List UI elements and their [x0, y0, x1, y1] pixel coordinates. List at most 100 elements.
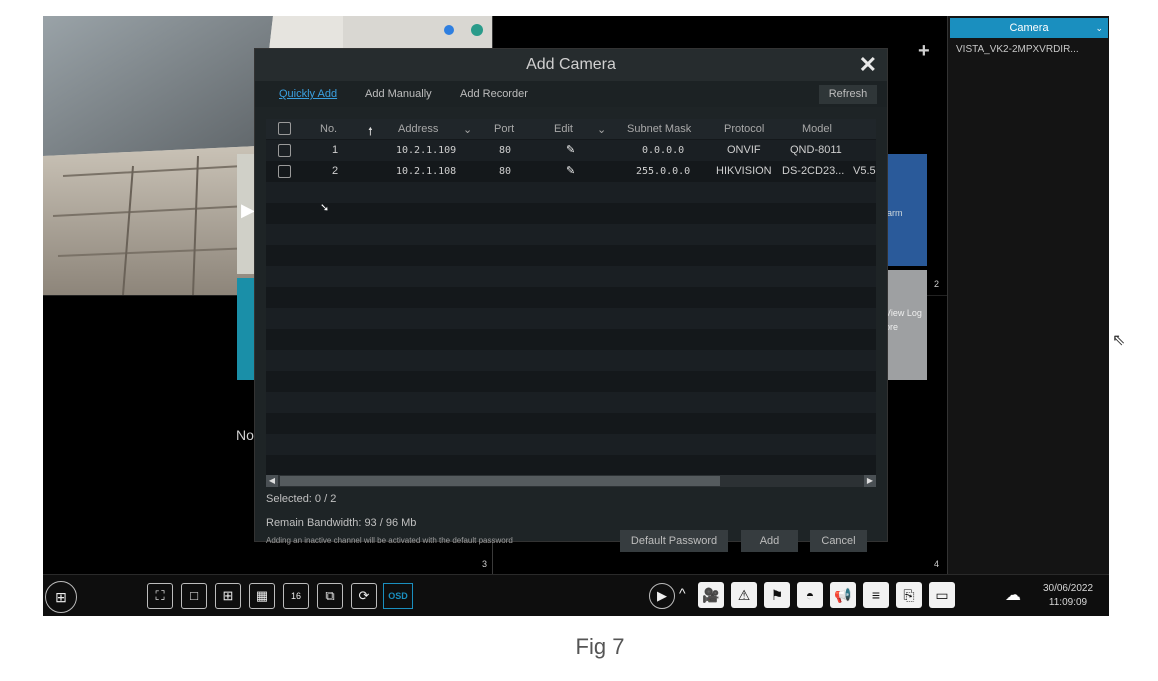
column-no[interactable]: No.: [320, 123, 337, 135]
row-port: 80: [499, 145, 512, 156]
column-protocol[interactable]: Protocol: [724, 123, 764, 135]
manual-alarm-icon[interactable]: ⚑: [764, 582, 790, 608]
add-camera-dialog: Add Camera ✕ Quickly Add Add Manually Ad…: [254, 48, 888, 552]
mouse-cursor-icon: ➘: [320, 202, 330, 214]
add-button[interactable]: Add: [741, 530, 798, 552]
network-icon[interactable]: ⎘: [896, 582, 922, 608]
column-subnet-mask[interactable]: Subnet Mask: [627, 123, 691, 135]
channel-number: 3: [482, 559, 488, 569]
camera-list-item[interactable]: VISTA_VK2-2MPXVRDIR...: [956, 44, 1079, 55]
layout-9-icon[interactable]: ▦: [249, 583, 275, 609]
dialog-tabs: Quickly Add Add Manually Add Recorder Re…: [255, 81, 887, 107]
default-password-button[interactable]: Default Password: [620, 530, 728, 552]
row-protocol: HIKVISION: [716, 165, 772, 177]
layout-1-icon[interactable]: □: [181, 583, 207, 609]
tab-add-recorder[interactable]: Add Recorder: [460, 88, 528, 100]
plus-icon[interactable]: +: [918, 40, 930, 63]
cancel-button[interactable]: Cancel: [810, 530, 867, 552]
channel-number: 2: [934, 279, 940, 289]
chevron-down-icon[interactable]: ⌄: [463, 123, 472, 136]
table-row-empty: [266, 371, 876, 392]
table-row-empty: [266, 329, 876, 350]
scrollbar-thumb[interactable]: [280, 476, 720, 486]
nvr-screen: ▶ larm View Log ore No + 2 3 4 Camera ⌄ …: [43, 16, 1109, 616]
password-note: Adding an inactive channel will be activ…: [266, 536, 513, 545]
audio-icon[interactable]: 📢: [830, 582, 856, 608]
date: 30/06/2022: [1042, 583, 1094, 594]
camera-list-panel: Camera ⌄ VISTA_VK2-2MPXVRDIR...: [947, 16, 1109, 574]
fullscreen-icon[interactable]: ⛶: [147, 583, 173, 609]
channel-number: 4: [934, 559, 940, 569]
alarm-icon[interactable]: ⚠: [731, 582, 757, 608]
row-checkbox[interactable]: [278, 165, 291, 178]
row-protocol: ONVIF: [727, 144, 761, 156]
play-icon: ▶: [241, 200, 255, 220]
sequence-icon[interactable]: ⟳: [351, 583, 377, 609]
row-version: V5.5: [853, 165, 876, 177]
row-address: 10.2.1.109: [396, 145, 457, 156]
table-row-empty: [266, 350, 876, 371]
table-row-empty: [266, 455, 876, 475]
no-video-label: No: [236, 427, 254, 443]
chevron-down-icon: ⌄: [1095, 23, 1103, 33]
row-subnet-mask: 255.0.0.0: [636, 166, 691, 177]
row-model: QND-8011: [790, 144, 842, 156]
view-log-tile: View Log ore: [885, 270, 927, 380]
edit-icon[interactable]: ✎: [566, 143, 575, 156]
camera-dropdown[interactable]: Camera ⌄: [950, 18, 1108, 38]
horizontal-scrollbar[interactable]: ◀ ▶: [266, 475, 876, 487]
row-subnet-mask: 0.0.0.0: [642, 145, 685, 156]
dialog-title: Add Camera: [255, 49, 887, 81]
table-row-empty: [266, 266, 876, 287]
row-number: 2: [332, 165, 339, 177]
camera-table: No. 🠕 Address ⌄ Port Edit ⌄ Subnet Mask …: [266, 119, 876, 475]
column-port[interactable]: Port: [494, 123, 514, 135]
scroll-left-icon[interactable]: ◀: [266, 475, 278, 487]
start-menu-icon[interactable]: ⊞: [45, 581, 77, 613]
row-address: 10.2.1.108: [396, 166, 457, 177]
dialog-footer: Remain Bandwidth: 93 / 96 Mb Adding an i…: [255, 513, 887, 552]
mouse-cursor-icon: ⇖: [1112, 332, 1126, 349]
column-address[interactable]: Address: [398, 123, 438, 135]
row-checkbox[interactable]: [278, 144, 291, 157]
layout-16-icon[interactable]: 16: [283, 583, 309, 609]
date-time: 30/06/2022 11:09:09: [1033, 582, 1103, 610]
selected-count: Selected: 0 / 2: [266, 493, 337, 505]
table-row-empty: [266, 287, 876, 308]
row-port: 80: [499, 166, 512, 177]
camera-dropdown-label: Camera: [1009, 22, 1049, 34]
chevron-down-icon[interactable]: ⌄: [597, 123, 606, 136]
alarm-tile: larm: [885, 154, 927, 266]
row-number: 1: [332, 144, 339, 156]
close-icon[interactable]: ✕: [859, 52, 877, 78]
tab-add-manually[interactable]: Add Manually: [365, 88, 432, 100]
disk-icon[interactable]: ≡: [863, 582, 889, 608]
nvr-taskbar: ⊞ ⛶ □ ⊞ ▦ 16 ⧉ ⟳ OSD ▶ ^ 🎥 ⚠ ⚑ ◓ 📢 ≡ ⎘ ▭…: [43, 574, 1109, 616]
playback-icon[interactable]: ▶: [649, 583, 675, 609]
table-row[interactable]: 2 10.2.1.108 80 ✎ 255.0.0.0 HIKVISION DS…: [266, 161, 876, 182]
chevron-up-icon[interactable]: ^: [679, 585, 686, 601]
column-model[interactable]: Model: [802, 123, 832, 135]
osd-button[interactable]: OSD: [383, 583, 413, 609]
remain-bandwidth: Remain Bandwidth: 93 / 96 Mb: [266, 517, 417, 529]
view-log-label: View Log: [885, 308, 922, 318]
time: 11:09:09: [1048, 597, 1088, 608]
table-row[interactable]: 1 10.2.1.109 80 ✎ 0.0.0.0 ONVIF QND-8011: [266, 140, 876, 161]
record-icon[interactable]: 🎥: [698, 582, 724, 608]
layout-4-icon[interactable]: ⊞: [215, 583, 241, 609]
table-row-empty: [266, 434, 876, 455]
display-icon[interactable]: ▭: [929, 582, 955, 608]
edit-icon[interactable]: ✎: [566, 164, 575, 177]
table-row-empty: [266, 224, 876, 245]
select-all-checkbox[interactable]: [278, 122, 291, 135]
tab-quickly-add[interactable]: Quickly Add: [279, 88, 337, 100]
refresh-button[interactable]: Refresh: [819, 85, 877, 104]
scroll-right-icon[interactable]: ▶: [864, 475, 876, 487]
figure-caption: Fig 7: [575, 634, 625, 659]
layout-custom-icon[interactable]: ⧉: [317, 583, 343, 609]
table-row-empty: [266, 203, 876, 224]
row-model: DS-2CD23...: [782, 165, 845, 177]
column-edit[interactable]: Edit: [554, 123, 573, 135]
cloud-upgrade-icon[interactable]: ☁: [1001, 584, 1025, 608]
dome-camera-icon[interactable]: ◓: [797, 582, 823, 608]
